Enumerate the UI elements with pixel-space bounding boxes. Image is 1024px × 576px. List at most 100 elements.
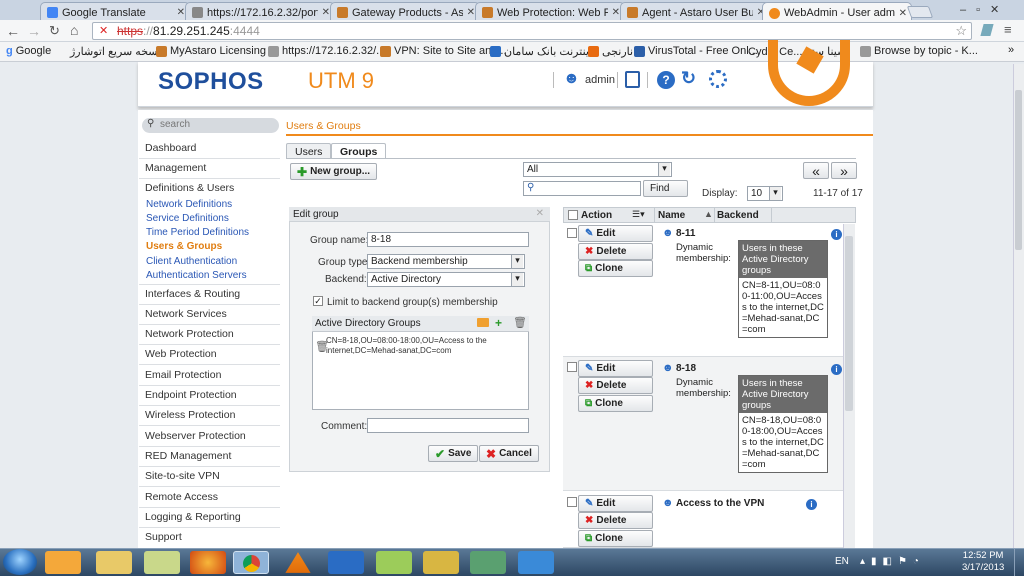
network-tool-icon[interactable] — [470, 551, 506, 574]
dictionary-icon[interactable] — [423, 551, 459, 574]
back-icon[interactable]: ← — [6, 23, 20, 39]
bookmark-item[interactable]: نسخه سریع اتوشارژ — [70, 45, 161, 58]
info-icon[interactable]: i — [806, 499, 817, 510]
plus-icon[interactable]: + — [495, 316, 502, 330]
bookmark-item[interactable]: نارنجی — [588, 45, 633, 58]
prev-page-button[interactable]: « — [803, 162, 829, 179]
nav-web-protection[interactable]: Web Protection — [139, 345, 280, 365]
close-tab-icon[interactable]: ✕ — [467, 7, 475, 18]
nav-email-protection[interactable]: Email Protection — [139, 366, 280, 386]
nav-definitions-users[interactable]: Definitions & Users — [139, 179, 280, 199]
nav-red-management[interactable]: RED Management — [139, 447, 280, 467]
browser-tab[interactable]: https://172.16.2.32/portal ✕ — [185, 2, 335, 20]
address-bar[interactable]: ✕ https://81.29.251.245:4444 ☆ — [92, 22, 972, 40]
group-name[interactable]: Access to the VPN — [676, 498, 764, 509]
tray-icons[interactable]: ▴▮◧⚑◔ — [860, 556, 925, 567]
group-name-field[interactable]: 8-18 — [367, 232, 529, 247]
col-name[interactable]: Name — [658, 210, 685, 221]
bookmark-item[interactable]: VPN: Site to Site and... — [380, 45, 507, 57]
nav-logging-reporting[interactable]: Logging & Reporting — [139, 508, 280, 528]
search-input[interactable]: ⚲ search — [142, 118, 279, 133]
window-controls[interactable]: –▫✕ — [960, 3, 1009, 16]
more-bookmarks-icon[interactable]: » — [1008, 44, 1014, 56]
list-scrollbar-thumb[interactable] — [845, 236, 853, 411]
folder-icon[interactable] — [477, 318, 489, 327]
edit-button[interactable]: ✎ Edit — [578, 360, 653, 377]
col-backend[interactable]: Backend — [717, 210, 759, 221]
clone-button[interactable]: ⧉ Clone — [578, 260, 653, 277]
group-name[interactable]: 8-11 — [676, 228, 695, 239]
close-tab-icon[interactable]: ✕ — [612, 7, 620, 18]
nav-endpoint-protection[interactable]: Endpoint Protection — [139, 386, 280, 406]
display-select[interactable]: 10 — [747, 186, 783, 201]
menu-icon[interactable]: ≡ — [1004, 22, 1012, 37]
sort-up-icon[interactable]: ▲ — [704, 209, 713, 219]
row-checkbox[interactable] — [567, 362, 577, 372]
clock[interactable]: 12:52 PM 3/17/2013 — [962, 550, 1004, 574]
close-tab-icon[interactable]: ✕ — [899, 8, 907, 19]
browser-tab[interactable]: Web Protection: Web Filte ✕ — [475, 2, 625, 20]
edit-button[interactable]: ✎ Edit — [578, 225, 653, 242]
bookmark-item[interactable]: https://172.16.2.32/... — [268, 45, 385, 57]
media-player-icon[interactable] — [45, 551, 81, 574]
column-menu-icon[interactable]: ☰▾ — [632, 209, 645, 220]
filter-search-input[interactable]: ⚲ — [523, 181, 641, 196]
cancel-button[interactable]: ✖ Cancel — [479, 445, 539, 462]
info-icon[interactable]: i — [831, 364, 842, 375]
save-button[interactable]: ✔ Save — [428, 445, 479, 462]
row-checkbox[interactable] — [567, 228, 577, 238]
new-group-button[interactable]: ✚ New group... — [290, 163, 378, 180]
delete-button[interactable]: ✖ Delete — [578, 243, 653, 260]
sub-users-groups[interactable]: Users & Groups — [146, 241, 222, 252]
trash-icon[interactable]: 🗑 — [513, 316, 527, 329]
task-app-icon[interactable] — [328, 551, 364, 574]
clone-button[interactable]: ⧉ Clone — [578, 530, 653, 547]
bookmark-item[interactable]: g Google — [6, 45, 51, 57]
new-tab-button[interactable] — [906, 6, 934, 18]
browser-tab-active[interactable]: WebAdmin - User admin ✕ — [762, 2, 912, 21]
bookmark-item[interactable]: VirusTotal - Free Onl... — [634, 45, 758, 57]
delete-button[interactable]: ✖ Delete — [578, 512, 653, 529]
nav-interfaces-routing[interactable]: Interfaces & Routing — [139, 285, 280, 305]
find-button[interactable]: Find — [643, 180, 688, 197]
bookmark-item[interactable]: MyAstaro Licensing ... — [156, 45, 278, 57]
tab-groups[interactable]: Groups — [331, 143, 387, 159]
sub-service-definitions[interactable]: Service Definitions — [146, 213, 229, 224]
notes-icon[interactable] — [625, 71, 640, 88]
browser-tab[interactable]: Google Translate ✕ — [40, 2, 190, 20]
sub-time-period-definitions[interactable]: Time Period Definitions — [146, 227, 249, 238]
nav-wireless-protection[interactable]: Wireless Protection — [139, 406, 280, 426]
group-name[interactable]: 8-18 — [676, 363, 696, 374]
bookmark-item[interactable]: اینترنت بانک سامان — [490, 45, 592, 58]
firefox-icon[interactable] — [190, 551, 226, 574]
nav-site-to-site-vpn[interactable]: Site-to-site VPN — [139, 467, 280, 487]
info-icon[interactable]: i — [831, 229, 842, 240]
group-type-select[interactable]: Backend membership — [367, 254, 525, 269]
nav-remote-access[interactable]: Remote Access — [139, 488, 280, 508]
reload-icon[interactable]: ↻ — [49, 23, 60, 39]
comment-field[interactable] — [367, 418, 529, 433]
explorer-icon[interactable] — [96, 551, 132, 574]
home-icon[interactable]: ⌂ — [70, 22, 78, 38]
utility-icon[interactable] — [376, 551, 412, 574]
sub-client-authentication[interactable]: Client Authentication — [146, 256, 237, 267]
notes-app-icon[interactable] — [144, 551, 180, 574]
limit-membership-checkbox[interactable]: ✓ — [313, 296, 323, 306]
browser-tab[interactable]: Gateway Products - Astar ✕ — [330, 2, 480, 20]
start-button-icon[interactable] — [3, 549, 37, 575]
delete-button[interactable]: ✖ Delete — [578, 377, 653, 394]
virtual-machine-icon[interactable] — [518, 551, 554, 574]
nav-webserver-protection[interactable]: Webserver Protection — [139, 427, 280, 447]
page-scrollbar-thumb[interactable] — [1015, 90, 1022, 250]
nav-network-protection[interactable]: Network Protection — [139, 325, 280, 345]
sub-network-definitions[interactable]: Network Definitions — [146, 199, 232, 210]
sub-authentication-servers[interactable]: Authentication Servers — [146, 270, 247, 281]
nav-network-services[interactable]: Network Services — [139, 305, 280, 325]
nav-dashboard[interactable]: Dashboard — [139, 139, 280, 159]
user-name[interactable]: admin — [585, 74, 615, 86]
next-page-button[interactable]: » — [831, 162, 857, 179]
backend-select[interactable]: Active Directory — [367, 272, 525, 287]
filter-select[interactable]: All — [523, 162, 672, 177]
language-indicator[interactable]: EN — [835, 556, 849, 567]
select-all-checkbox[interactable] — [568, 210, 578, 220]
